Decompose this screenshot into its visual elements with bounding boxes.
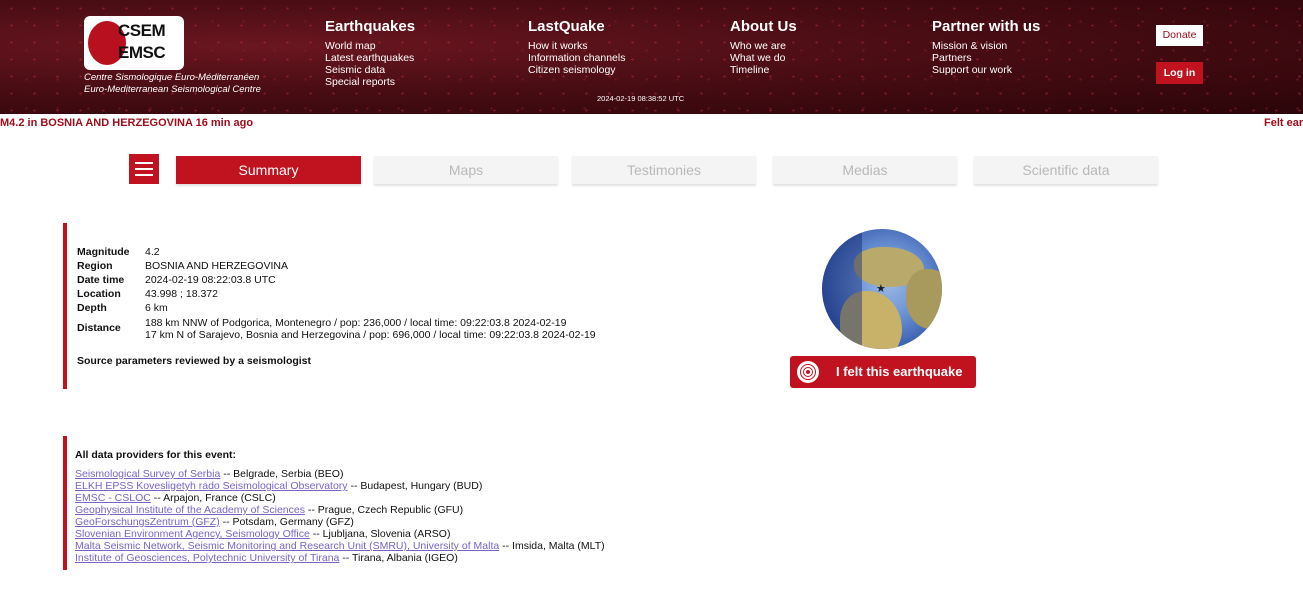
nav-link-who-we-are[interactable]: Who we are (730, 40, 797, 52)
tab-medias[interactable]: Medias (773, 156, 957, 184)
nav-link-information-channels[interactable]: Information channels (528, 52, 625, 64)
felt-earthquake-button[interactable]: I felt this earthquake (790, 356, 976, 388)
epicenter-star-icon: ★ (876, 282, 886, 295)
provider-row: GeoForschungsZentrum (GFZ) -- Potsdam, G… (75, 516, 605, 528)
region-value: BOSNIA AND HERZEGOVINA (145, 260, 288, 272)
emsc-logo[interactable]: CSEM EMSC (84, 16, 184, 70)
provider-info: -- Prague, Czech Republic (GFU) (304, 504, 464, 516)
nav-link-world-map[interactable]: World map (325, 40, 415, 52)
tab-testimonies[interactable]: Testimonies (572, 156, 756, 184)
provider-info: -- Arpajon, France (CSLC) (150, 492, 276, 504)
provider-row: Institute of Geosciences, Polytechnic Un… (75, 552, 605, 564)
nav-heading-about-us[interactable]: About Us (730, 18, 797, 36)
event-parameters: Magnitude 4.2 Region BOSNIA AND HERZEGOV… (77, 245, 596, 341)
provider-row: Malta Seismic Network, Seismic Monitorin… (75, 540, 605, 552)
nav-heading-partner[interactable]: Partner with us (932, 18, 1040, 36)
provider-info: -- Ljubljana, Slovenia (ARSO) (309, 528, 451, 540)
distance-line-2: 17 km N of Sarajevo, Bosnia and Herzegov… (145, 329, 596, 341)
nav-about-us: About Us Who we are What we do Timeline (730, 18, 797, 76)
nav-link-timeline[interactable]: Timeline (730, 64, 797, 76)
nav-link-mission-vision[interactable]: Mission & vision (932, 40, 1040, 52)
distance-line-1: 188 km NNW of Podgorica, Montenegro / po… (145, 317, 567, 329)
hamburger-menu-icon[interactable] (129, 154, 159, 184)
nav-link-seismic-data[interactable]: Seismic data (325, 64, 415, 76)
utc-clock: 2024-02-19 08:38:52 UTC (597, 94, 685, 103)
provider-link[interactable]: Slovenian Environment Agency, Seismology… (75, 528, 310, 540)
provider-info: -- Potsdam, Germany (GFZ) (219, 516, 354, 528)
provider-link[interactable]: Seismological Survey of Serbia (75, 468, 220, 480)
news-ticker[interactable]: M4.2 in BOSNIA AND HERZEGOVINA 16 min ag… (0, 114, 1303, 132)
nav-heading-lastquake[interactable]: LastQuake (528, 18, 625, 36)
magnitude-value: 4.2 (145, 246, 160, 258)
datetime-label: Date time (77, 274, 125, 286)
provider-info: -- Tirana, Albania (IGEO) (339, 552, 458, 564)
magnitude-label: Magnitude (77, 246, 130, 258)
provider-row: Seismological Survey of Serbia -- Belgra… (75, 468, 605, 480)
region-label: Region (77, 260, 113, 272)
nav-heading-earthquakes[interactable]: Earthquakes (325, 18, 415, 36)
providers-title: All data providers for this event: (75, 449, 237, 461)
location-label: Location (77, 288, 121, 300)
provider-info: -- Belgrade, Serbia (BEO) (220, 468, 344, 480)
logo-text-emsc: EMSC (118, 43, 166, 62)
depth-value: 6 km (145, 302, 168, 314)
data-providers: All data providers for this event: Seism… (63, 436, 605, 570)
nav-link-how-it-works[interactable]: How it works (528, 40, 625, 52)
datetime-value: 2024-02-19 08:22:03.8 UTC (145, 274, 276, 286)
tab-scientific-data[interactable]: Scientific data (974, 156, 1158, 184)
provider-link[interactable]: Geophysical Institute of the Academy of … (75, 504, 305, 516)
provider-link[interactable]: ELKH EPSS Kovesligetyh rado Seismologica… (75, 480, 348, 492)
source-note: Source parameters reviewed by a seismolo… (77, 355, 312, 367)
provider-info: -- Imsida, Malta (MLT) (499, 540, 605, 552)
nav-link-partners[interactable]: Partners (932, 52, 1040, 64)
event-summary: Magnitude 4.2 Region BOSNIA AND HERZEGOV… (63, 223, 596, 389)
provider-link[interactable]: GeoForschungsZentrum (GFZ) (75, 516, 220, 528)
target-icon (797, 361, 819, 383)
tagline-fr: Centre Sismologique Euro-Méditerranéen (84, 72, 260, 83)
provider-link[interactable]: EMSC - CSLOC (75, 492, 151, 504)
donate-button[interactable]: Donate (1156, 25, 1203, 46)
nav-link-latest-earthquakes[interactable]: Latest earthquakes (325, 52, 415, 64)
nav-partner: Partner with us Mission & vision Partner… (932, 18, 1040, 76)
nav-lastquake: LastQuake How it works Information chann… (528, 18, 625, 76)
depth-label: Depth (77, 302, 107, 314)
nav-link-what-we-do[interactable]: What we do (730, 52, 797, 64)
site-tagline: Centre Sismologique Euro-Méditerranéen E… (84, 72, 261, 96)
ticker-item-next[interactable]: Felt ear (1264, 114, 1303, 132)
logo-text-csem: CSEM (118, 21, 166, 40)
provider-link[interactable]: Institute of Geosciences, Polytechnic Un… (75, 552, 339, 564)
location-value: 43.998 ; 18.372 (145, 288, 218, 300)
login-button[interactable]: Log in (1156, 62, 1203, 84)
provider-row: Slovenian Environment Agency, Seismology… (75, 528, 605, 540)
nav-earthquakes: Earthquakes World map Latest earthquakes… (325, 18, 415, 88)
provider-link[interactable]: Malta Seismic Network, Seismic Monitorin… (75, 540, 499, 552)
nav-link-special-reports[interactable]: Special reports (325, 76, 415, 88)
tab-maps[interactable]: Maps (374, 156, 558, 184)
nav-link-support-our-work[interactable]: Support our work (932, 64, 1040, 76)
provider-row: EMSC - CSLOC -- Arpajon, France (CSLC) (75, 492, 605, 504)
tab-summary[interactable]: Summary (176, 156, 361, 184)
site-header: CSEM EMSC Centre Sismologique Euro-Médit… (0, 0, 1303, 114)
provider-info: -- Budapest, Hungary (BUD) (347, 480, 483, 492)
distance-label: Distance (77, 322, 121, 334)
distance-value: 188 km NNW of Podgorica, Montenegro / po… (145, 315, 596, 341)
nav-link-citizen-seismology[interactable]: Citizen seismology (528, 64, 625, 76)
tagline-en: Euro-Mediterranean Seismological Centre (84, 84, 261, 95)
provider-row: ELKH EPSS Kovesligetyh rado Seismologica… (75, 480, 605, 492)
provider-row: Geophysical Institute of the Academy of … (75, 504, 605, 516)
ticker-item[interactable]: M4.2 in BOSNIA AND HERZEGOVINA 16 min ag… (0, 114, 253, 132)
felt-button-label: I felt this earthquake (836, 364, 963, 379)
